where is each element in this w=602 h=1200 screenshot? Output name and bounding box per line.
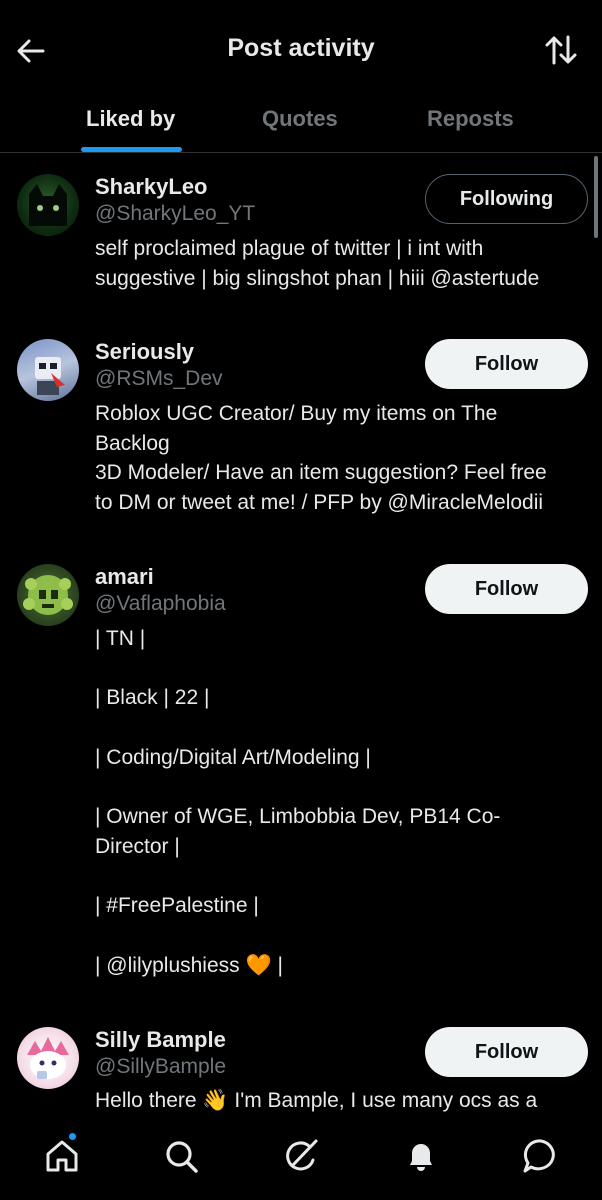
active-tab-indicator — [81, 147, 182, 152]
avatar[interactable] — [17, 339, 79, 401]
user-bio: self proclaimed plague of twitter | i in… — [95, 237, 540, 290]
sort-button[interactable] — [544, 33, 578, 67]
top-bar: Post activity — [0, 0, 602, 100]
creature-avatar-icon — [23, 575, 73, 615]
bottom-nav — [0, 1120, 602, 1200]
bell-icon — [410, 1144, 432, 1171]
user-name[interactable]: SharkyLeo — [95, 174, 208, 200]
user-handle[interactable]: @RSMs_Dev — [95, 367, 223, 391]
user-handle[interactable]: @SharkyLeo_YT — [95, 202, 255, 226]
user-list[interactable]: SharkyLeo @SharkyLeo_YT Following self p… — [0, 154, 602, 1120]
tab-reposts[interactable]: Reposts — [427, 106, 514, 132]
follow-button[interactable]: Follow — [425, 564, 588, 614]
robot-avatar-icon — [35, 357, 65, 395]
user-handle[interactable]: @Vaflaphobia — [95, 592, 226, 616]
home-icon — [46, 1140, 78, 1172]
user-name[interactable]: Seriously — [95, 339, 194, 365]
tab-quotes[interactable]: Quotes — [262, 106, 338, 132]
user-bio: | TN | | Black | 22 | | Coding/Digital A… — [95, 627, 501, 977]
sort-arrows-icon — [545, 35, 577, 65]
user-handle[interactable]: @SillyBample — [95, 1055, 226, 1079]
avatar[interactable] — [17, 564, 79, 626]
follow-button[interactable]: Follow — [425, 339, 588, 389]
grok-icon — [286, 1139, 318, 1171]
user-name[interactable]: amari — [95, 564, 154, 590]
cat-avatar-icon — [29, 184, 67, 226]
tab-liked-by[interactable]: Liked by — [86, 106, 175, 132]
search-icon — [166, 1141, 198, 1173]
nav-messages[interactable] — [519, 1134, 563, 1178]
avatar[interactable] — [17, 174, 79, 236]
page-title: Post activity — [227, 34, 375, 62]
nav-search[interactable] — [159, 1134, 203, 1178]
following-button[interactable]: Following — [425, 174, 588, 224]
user-name[interactable]: Silly Bample — [95, 1027, 226, 1053]
user-bio: Hello there 👋 I'm Bample, I use many ocs… — [95, 1089, 538, 1112]
character-avatar-icon — [27, 1037, 69, 1079]
notification-dot — [68, 1132, 77, 1141]
follow-button[interactable]: Follow — [425, 1027, 588, 1077]
nav-grok[interactable] — [279, 1134, 323, 1178]
nav-notifications[interactable] — [399, 1134, 443, 1178]
tab-bar: Liked by Quotes Reposts — [0, 100, 602, 153]
avatar[interactable] — [17, 1027, 79, 1089]
scrollbar[interactable] — [594, 156, 598, 238]
user-bio: Roblox UGC Creator/ Buy my items on The … — [95, 402, 547, 515]
messages-icon — [523, 1139, 555, 1173]
nav-home[interactable] — [40, 1134, 84, 1178]
